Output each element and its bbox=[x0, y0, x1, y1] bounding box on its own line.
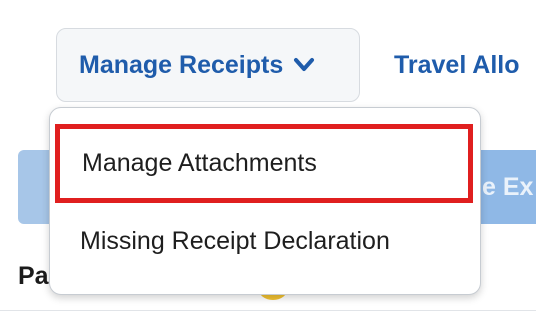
menu-item-label: Manage Attachments bbox=[82, 149, 317, 177]
manage-receipts-dropdown: Manage Attachments Missing Receipt Decla… bbox=[49, 107, 481, 295]
menu-item-label: Missing Receipt Declaration bbox=[80, 226, 390, 255]
payment-type-label: Pa bbox=[18, 262, 49, 290]
menu-item-manage-attachments[interactable]: Manage Attachments bbox=[55, 124, 473, 203]
manage-receipts-label: Manage Receipts bbox=[79, 50, 284, 79]
travel-allowance-label: Travel Allo bbox=[394, 50, 520, 79]
divider bbox=[0, 310, 536, 311]
background-button-label: e Ex bbox=[482, 172, 534, 201]
travel-allowance-button[interactable]: Travel Allo bbox=[394, 28, 536, 102]
chevron-down-icon bbox=[294, 58, 315, 71]
expense-page: Manage Receipts Travel Allo e Ex Pa Mana… bbox=[0, 0, 536, 325]
menu-item-missing-receipt-declaration[interactable]: Missing Receipt Declaration bbox=[50, 208, 480, 274]
manage-receipts-button[interactable]: Manage Receipts bbox=[56, 28, 360, 102]
